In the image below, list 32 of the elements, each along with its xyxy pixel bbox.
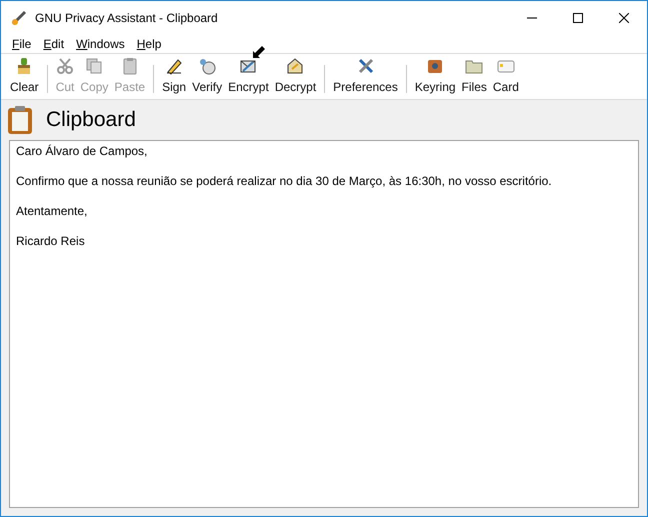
- text-paragraph: Atentamente,: [16, 204, 88, 219]
- menu-item[interactable]: File: [6, 34, 38, 52]
- menu-item[interactable]: Help: [130, 34, 168, 52]
- toolbar-button[interactable]: Encrypt: [225, 57, 272, 95]
- toolbar-button[interactable]: Preferences: [330, 57, 401, 95]
- toolbar-button[interactable]: Keyring: [412, 57, 459, 95]
- clipboard-icon: [7, 105, 33, 135]
- menu-item[interactable]: Edit: [37, 34, 70, 52]
- tools-icon: [356, 57, 374, 75]
- text-editor[interactable]: Caro Álvaro de Campos, Confirmo que a nossa reunião se poderá realizar no dia 30 de Março, às 16:30h, no vosso escritório. Atentamente, Ricardo Reis: [9, 140, 639, 508]
- window-title: GNU Privacy Assistant - Clipboard: [35, 10, 218, 26]
- copy-icon: [85, 57, 104, 75]
- toolbar-button[interactable]: Sign: [159, 57, 190, 95]
- close-icon: [619, 12, 629, 22]
- clipboard-icon: [120, 57, 139, 75]
- scissors-icon: [56, 57, 74, 75]
- text-paragraph: Ricardo Reis: [16, 234, 86, 249]
- text-paragraph: Confirmo que a nossa reunião se poderá realizar no dia 30 de Março, às 16:30h, no vosso escritório.: [16, 174, 553, 189]
- keyring-icon: [426, 57, 444, 75]
- envelope-icon: [286, 57, 304, 75]
- toolbar-button[interactable]: Clear: [7, 57, 42, 95]
- seal-icon: [198, 57, 216, 75]
- page-title: Clipboard: [46, 107, 136, 134]
- toolbar-button[interactable]: Files: [458, 57, 490, 95]
- menu-item[interactable]: Windows: [70, 34, 131, 52]
- toolbar-button[interactable]: Card: [490, 57, 522, 95]
- text-paragraph: Caro Álvaro de Campos,: [16, 144, 148, 159]
- toolbar-button[interactable]: Decrypt: [272, 57, 320, 95]
- app-icon: [11, 10, 27, 26]
- pen-icon: [165, 57, 184, 75]
- toolbar-button[interactable]: Verify: [189, 57, 226, 95]
- maximize-icon: [573, 12, 583, 22]
